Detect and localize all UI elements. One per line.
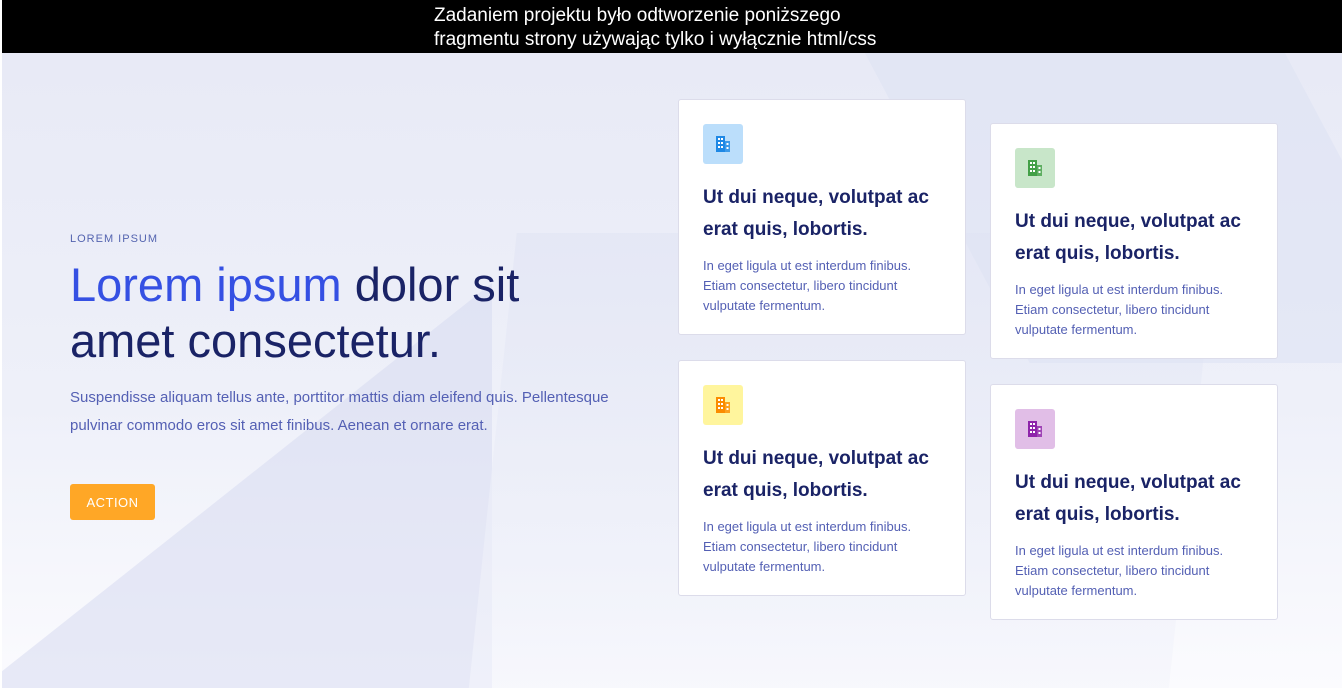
card-icon-box <box>703 124 743 164</box>
page: Zadaniem projektu było odtworzenie poniż… <box>0 0 1344 688</box>
card-icon-box <box>1015 409 1055 449</box>
card-description: In eget ligula ut est interdum finibus. … <box>703 258 912 313</box>
building-icon <box>1028 160 1042 176</box>
card-icon-box <box>703 385 743 425</box>
card-description: In eget ligula ut est interdum finibus. … <box>1015 282 1224 337</box>
feature-card: Ut dui neque, volutpat ac erat quis, lob… <box>990 123 1278 359</box>
building-icon <box>1028 421 1042 437</box>
card-title: Ut dui neque, volutpat ac erat quis, lob… <box>703 448 929 501</box>
feature-card: Ut dui neque, volutpat ac erat quis, lob… <box>678 360 966 596</box>
headline-accent: Lorem ipsum <box>70 258 342 311</box>
caption-line-1: Zadaniem projektu było odtworzenie poniż… <box>434 5 841 26</box>
caption-banner: Zadaniem projektu było odtworzenie poniż… <box>2 0 1342 53</box>
card-description: In eget ligula ut est interdum finibus. … <box>1015 543 1224 598</box>
hero-headline: Lorem ipsum dolor sit amet consectetur. <box>70 257 590 369</box>
action-button[interactable]: ACTION <box>70 484 155 520</box>
hero-description: Suspendisse aliquam tellus ante, porttit… <box>70 389 609 434</box>
building-icon <box>716 136 730 152</box>
eyebrow-label: LOREM IPSUM <box>70 233 159 245</box>
card-description: In eget ligula ut est interdum finibus. … <box>703 519 912 574</box>
feature-card: Ut dui neque, volutpat ac erat quis, lob… <box>678 99 966 335</box>
hero-section: LOREM IPSUM Lorem ipsum dolor sit amet c… <box>2 53 1342 688</box>
card-icon-box <box>1015 148 1055 188</box>
caption-line-2: fragmentu strony używając tylko i wyłącz… <box>434 29 877 50</box>
feature-card: Ut dui neque, volutpat ac erat quis, lob… <box>990 384 1278 620</box>
building-icon <box>716 397 730 413</box>
card-title: Ut dui neque, volutpat ac erat quis, lob… <box>1015 472 1241 525</box>
card-title: Ut dui neque, volutpat ac erat quis, lob… <box>703 187 929 240</box>
card-title: Ut dui neque, volutpat ac erat quis, lob… <box>1015 211 1241 264</box>
